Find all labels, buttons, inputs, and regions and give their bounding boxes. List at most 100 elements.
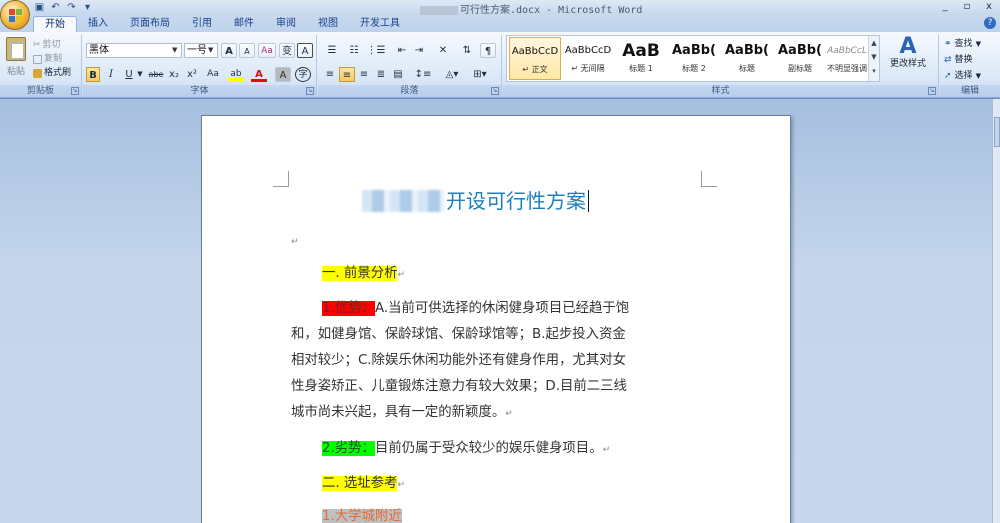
style-subtitle[interactable]: AaBb( 副标题 xyxy=(774,37,826,80)
tab-view[interactable]: 视图 xyxy=(307,16,349,32)
margin-corner-top-right xyxy=(701,171,717,187)
chevron-down-icon[interactable]: ▼ xyxy=(869,50,879,64)
numbering-icon[interactable]: ☷ xyxy=(344,43,364,58)
underline-dropdown-icon[interactable]: ▼ xyxy=(136,67,144,82)
style-heading-2[interactable]: AaBb( 标题 2 xyxy=(668,37,720,80)
format-painter-button[interactable]: 格式刷 xyxy=(33,67,71,80)
underline-button[interactable]: U xyxy=(122,67,136,82)
style-heading-1[interactable]: AaB 标题 1 xyxy=(615,37,667,80)
align-left-icon[interactable]: ≡ xyxy=(322,67,338,82)
paragraph-group-label: 段落 xyxy=(318,85,501,97)
style-normal[interactable]: AaBbCcD ↵ 正文 xyxy=(509,37,561,80)
tab-developer[interactable]: 开发工具 xyxy=(349,16,411,32)
cut-button[interactable]: ✂ 剪切 xyxy=(33,39,61,52)
scissors-icon: ✂ xyxy=(33,40,41,50)
paste-button[interactable]: 粘贴 xyxy=(3,37,29,81)
grow-font-button[interactable]: A xyxy=(221,43,237,58)
scrollbar-thumb[interactable] xyxy=(994,117,1000,147)
show-marks-icon[interactable]: ¶ xyxy=(480,43,496,58)
borders-icon[interactable]: ⊞▾ xyxy=(468,67,492,82)
replace-button[interactable]: ⇄ 替换 xyxy=(944,53,973,67)
tab-review[interactable]: 审阅 xyxy=(265,16,307,32)
document-line[interactable]: 性身姿矫正、儿童锻炼注意力有较大效果；D.目前二三线 xyxy=(291,376,627,398)
document-heading[interactable]: 开设可行性方案 xyxy=(362,186,589,216)
sort-icon[interactable]: ⇅ xyxy=(458,43,476,58)
line-spacing-icon[interactable]: ↕≡ xyxy=(412,67,434,82)
font-launcher-icon[interactable]: ↘ xyxy=(306,87,314,95)
paragraph-launcher-icon[interactable]: ↘ xyxy=(491,87,499,95)
increase-indent-icon[interactable]: ⇥ xyxy=(411,43,427,58)
save-icon[interactable]: ▣ xyxy=(33,2,46,14)
chevron-down-icon: ▼ xyxy=(172,46,178,54)
tab-references[interactable]: 引用 xyxy=(181,16,223,32)
tab-mailings[interactable]: 邮件 xyxy=(223,16,265,32)
gallery-scroll[interactable]: ▲ ▼ ▾ xyxy=(868,36,879,81)
align-right-icon[interactable]: ≡ xyxy=(356,67,372,82)
font-color-button[interactable]: A xyxy=(251,67,267,82)
document-line[interactable]: 一. 前景分析↵ xyxy=(322,263,405,285)
tab-page-layout[interactable]: 页面布局 xyxy=(119,16,181,32)
clipboard-launcher-icon[interactable]: ↘ xyxy=(71,87,79,95)
shrink-font-button[interactable]: A xyxy=(239,43,255,58)
document-line[interactable]: 相对较少；C.除娱乐休闲功能外还有健身作用，尤其对女 xyxy=(291,350,626,372)
tab-insert[interactable]: 插入 xyxy=(77,16,119,32)
select-button[interactable]: ➚ 选择 ▼ xyxy=(944,69,981,83)
close-button[interactable]: x xyxy=(980,0,998,13)
subscript-button[interactable]: x₂ xyxy=(167,67,181,82)
customize-qat-icon[interactable]: ▾ xyxy=(81,2,94,14)
font-name-combo[interactable]: 黑体 ▼ xyxy=(86,43,182,58)
document-line[interactable]: 2.劣势：目前仍属于受众较少的娱乐健身项目。↵ xyxy=(322,438,610,460)
multilevel-list-icon[interactable]: ⋮☰ xyxy=(366,43,386,58)
italic-button[interactable]: I xyxy=(104,67,118,82)
gallery-more-icon[interactable]: ▾ xyxy=(869,64,879,78)
highlighted-text: 2.劣势： xyxy=(322,441,375,456)
highlight-button[interactable]: ab xyxy=(228,67,244,82)
paragraph-mark: ↵ xyxy=(505,409,513,419)
chinese-layout-icon[interactable]: ✕ xyxy=(432,43,454,58)
style-title[interactable]: AaBb( 标题 xyxy=(721,37,773,80)
justify-icon[interactable]: ≣ xyxy=(373,67,389,82)
font-group-label: 字体 xyxy=(83,85,316,97)
change-styles-button[interactable]: A 更改样式 xyxy=(883,35,933,83)
vertical-scrollbar[interactable] xyxy=(992,99,1000,523)
shading-icon[interactable]: ◬▾ xyxy=(440,67,464,82)
document-line[interactable]: 1.优势：A.当前可供选择的休闲健身项目已经趋于饱 xyxy=(322,298,629,320)
font-size-combo[interactable]: 一号 ▼ xyxy=(184,43,218,58)
help-icon[interactable]: ? xyxy=(984,17,996,29)
character-shading-button[interactable]: A xyxy=(275,67,291,82)
chevron-down-icon: ▼ xyxy=(208,46,214,54)
redo-icon[interactable]: ↷ xyxy=(65,2,78,14)
style-no-spacing[interactable]: AaBbCcD ↵ 无间隔 xyxy=(562,37,614,80)
enclose-characters-button[interactable]: 字 xyxy=(295,67,311,82)
bullets-icon[interactable]: ☰ xyxy=(322,43,342,58)
bold-button[interactable]: B xyxy=(86,67,100,82)
document-line[interactable]: 二. 选址参考↵ xyxy=(322,473,405,495)
minimize-button[interactable]: _ xyxy=(936,0,954,13)
distributed-icon[interactable]: ▤ xyxy=(390,67,406,82)
document-page[interactable]: 开设可行性方案 ↵ 一. 前景分析↵ 1.优势：A.当前可供选择的休闲健身项目已经… xyxy=(201,115,791,523)
document-line[interactable]: 1.大学城附近 xyxy=(322,506,402,523)
restore-button[interactable]: ▫ xyxy=(958,0,976,13)
superscript-button[interactable]: x² xyxy=(185,67,199,82)
binoculars-icon: ⚭ xyxy=(944,39,952,49)
style-subtle-emphasis[interactable]: AaBbCcL 不明显强调 xyxy=(827,37,867,80)
decrease-indent-icon[interactable]: ⇤ xyxy=(394,43,410,58)
copy-button[interactable]: 复制 xyxy=(33,53,62,66)
phonetic-guide-button[interactable]: 变 xyxy=(279,43,295,58)
document-line[interactable]: 城市尚未兴起，具有一定的新颖度。↵ xyxy=(291,402,513,424)
change-case-button[interactable]: Aa xyxy=(204,67,222,82)
clear-format-button[interactable]: Aa xyxy=(258,43,276,58)
chevron-up-icon[interactable]: ▲ xyxy=(869,36,879,50)
paste-icon xyxy=(6,37,26,61)
office-button[interactable] xyxy=(0,0,30,30)
tab-home[interactable]: 开始 xyxy=(33,16,77,32)
character-border-button[interactable]: A xyxy=(297,43,313,58)
styles-launcher-icon[interactable]: ↘ xyxy=(928,87,936,95)
text-run: 城市尚未兴起，具有一定的新颖度。 xyxy=(291,405,506,420)
find-button[interactable]: ⚭ 查找 ▼ xyxy=(944,37,981,51)
text-run: A.当前可供选择的休闲健身项目已经趋于饱 xyxy=(374,301,630,316)
document-line[interactable]: 和，如健身馆、保龄球馆、保龄球馆等；B.起步投入资金 xyxy=(291,324,626,346)
align-center-icon[interactable]: ≡ xyxy=(339,67,355,82)
undo-icon[interactable]: ↶ xyxy=(49,2,62,14)
strikethrough-button[interactable]: abe xyxy=(147,67,165,82)
